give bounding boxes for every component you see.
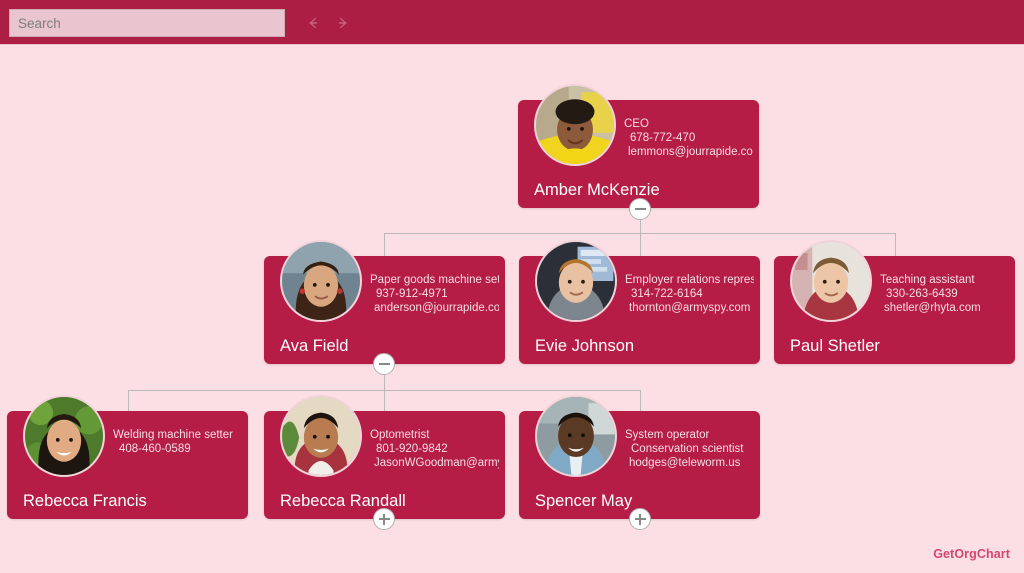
avatar <box>280 395 362 477</box>
node-detail-line: System operator <box>625 429 710 441</box>
node-details: Paper goods machine setter 937-912-4971 an… <box>370 273 499 315</box>
node-detail-line: Teaching assistant <box>880 274 975 286</box>
plus-icon-vertical <box>383 513 385 525</box>
watermark-label: GetOrgChart <box>933 547 1010 561</box>
org-chart-app: CEO678-772-470lemmons@jourrapide.comAmbe… <box>0 0 1024 573</box>
node-details: Optometrist 801-920-9842 JasonWGoodman@arm… <box>370 428 499 470</box>
node-detail-line: 937-912-4971 <box>376 288 448 300</box>
node-detail-line: 678-772-470 <box>630 132 696 144</box>
node-detail-line: thornton@armyspy.com <box>629 302 751 314</box>
app-header <box>0 0 1024 45</box>
node-detail-line: Conservation scientist <box>631 443 744 455</box>
collapse-button[interactable] <box>629 198 651 220</box>
org-node[interactable]: System operator Conservation scientist hod… <box>519 395 760 519</box>
connector-line <box>384 390 385 411</box>
org-node[interactable]: Employer relations representative 314-722… <box>519 240 760 364</box>
forward-button[interactable] <box>331 11 355 35</box>
node-details: Employer relations representative 314-722… <box>625 273 754 315</box>
node-name: Rebecca Francis <box>23 492 147 510</box>
arrow-right-icon <box>338 17 347 29</box>
connector-line <box>895 233 896 256</box>
expand-button[interactable] <box>629 508 651 530</box>
node-name: Spencer May <box>535 492 633 510</box>
avatar <box>535 395 617 477</box>
node-detail-line: anderson@jourrapide.com <box>374 302 499 314</box>
node-detail-line: lemmons@jourrapide.com <box>628 146 753 158</box>
org-node[interactable]: Welding machine setter 408-460-0589 Rebecc… <box>7 395 248 519</box>
avatar <box>280 240 362 322</box>
node-detail-line: shetler@rhyta.com <box>884 302 981 314</box>
node-details: Welding machine setter 408-460-0589 <box>113 428 242 456</box>
node-details: CEO 678-772-470 lemmons@jourrapide.com <box>624 117 753 159</box>
connector-line <box>640 233 641 256</box>
node-name: Ava Field <box>280 337 349 355</box>
node-detail-line: CEO <box>624 118 649 130</box>
node-detail-line: Welding machine setter <box>113 429 233 441</box>
avatar <box>790 240 872 322</box>
node-name: Paul Shetler <box>790 337 880 355</box>
node-detail-line: hodges@teleworm.us <box>629 457 741 469</box>
node-details: Teaching assistant 330-263-6439 shetler@rh… <box>880 273 1009 315</box>
org-node[interactable]: Teaching assistant 330-263-6439 shetler@rh… <box>774 240 1015 364</box>
back-button[interactable] <box>301 11 325 35</box>
plus-icon-vertical <box>639 513 641 525</box>
minus-icon <box>634 208 646 210</box>
connector-line <box>128 390 129 411</box>
minus-icon <box>378 363 390 365</box>
node-detail-line: Paper goods machine setter <box>370 274 499 286</box>
node-detail-line: Employer relations representative <box>625 274 754 286</box>
avatar <box>534 84 616 166</box>
expand-button[interactable] <box>373 508 395 530</box>
org-node[interactable]: Paper goods machine setter 937-912-4971 an… <box>264 240 505 364</box>
avatar <box>23 395 105 477</box>
node-detail-line: 330-263-6439 <box>886 288 958 300</box>
node-detail-line: Optometrist <box>370 429 430 441</box>
org-node[interactable]: CEO 678-772-470 lemmons@jourrapide.com Ambe… <box>518 84 759 208</box>
collapse-button[interactable] <box>373 353 395 375</box>
connector-line <box>384 233 385 256</box>
search-input[interactable] <box>9 9 285 37</box>
arrow-left-icon <box>309 17 318 29</box>
node-detail-line: JasonWGoodman@armyspy... <box>374 457 499 469</box>
node-details: System operator Conservation scientist hod… <box>625 428 754 470</box>
node-detail-line: 408-460-0589 <box>119 443 191 455</box>
node-name: Evie Johnson <box>535 337 635 355</box>
connector-line <box>640 390 641 411</box>
node-detail-line: 314-722-6164 <box>631 288 703 300</box>
node-detail-line: 801-920-9842 <box>376 443 448 455</box>
avatar <box>535 240 617 322</box>
org-node[interactable]: Optometrist 801-920-9842 JasonWGoodman@arm… <box>264 395 505 519</box>
